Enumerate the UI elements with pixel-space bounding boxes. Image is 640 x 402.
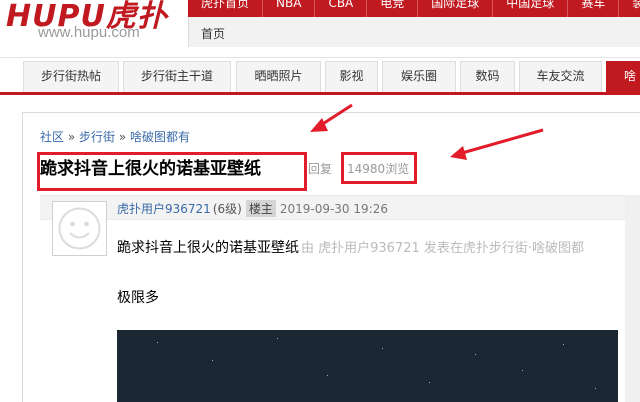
page: HUPU虎扑 www.hupu.com 虎扑首页 NBA CBA 电竞 国际足球… (0, 0, 640, 402)
annotation-arrow-icon (450, 128, 544, 160)
annotation-arrows (310, 103, 544, 160)
annotation-arrow-icon (310, 103, 353, 132)
